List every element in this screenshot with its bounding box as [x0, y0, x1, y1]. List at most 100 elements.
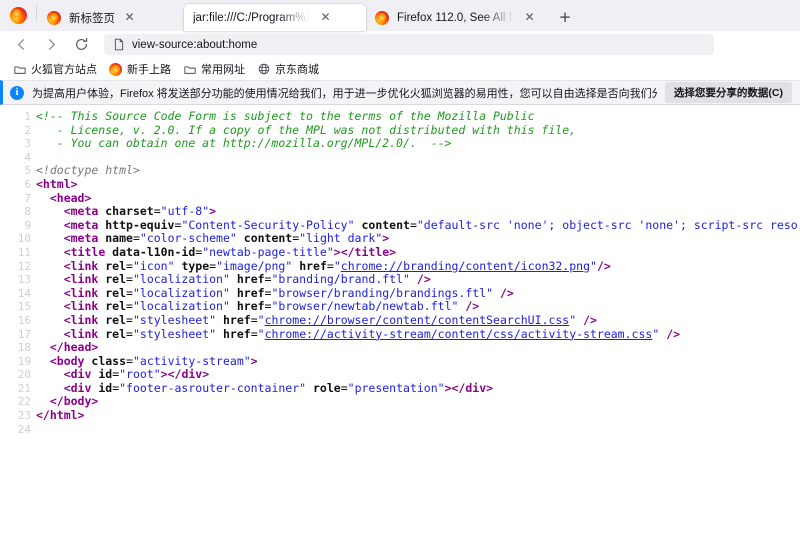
code-token: /> [597, 260, 611, 273]
code-line: 8 <meta charset="utf-8"> [0, 205, 800, 219]
reload-button[interactable] [66, 33, 96, 57]
line-number: 24 [0, 423, 36, 437]
forward-button[interactable] [36, 33, 66, 57]
code-token: = [126, 355, 133, 368]
line-number: 8 [0, 205, 36, 219]
back-button[interactable] [6, 33, 36, 57]
bookmark-item-getting-started[interactable]: 新手上路 [104, 59, 176, 79]
tab-item-newtab[interactable]: 新标签页 ✕ [38, 4, 184, 31]
view-source-content[interactable]: 1<!-- This Source Code Form is subject t… [0, 105, 800, 532]
code-line: 12 <link rel="icon" type="image/png" hre… [0, 260, 800, 274]
tab-label: Firefox 112.0, See All New Fea [397, 12, 515, 24]
code-line: 22 </body> [0, 395, 800, 409]
code-line: 18 </head> [0, 341, 800, 355]
code-token: <!doctype html> [36, 164, 140, 177]
code-token: "stylesheet" [133, 314, 216, 327]
code-token: <link [64, 260, 106, 273]
firefox-logo-glyph [10, 7, 27, 24]
code-token [36, 300, 64, 313]
source-link[interactable]: chrome://browser/content/contentSearchUI… [265, 314, 570, 327]
code-token: = [327, 260, 334, 273]
code-token: "icon" [133, 260, 175, 273]
folder-icon [13, 63, 26, 76]
code-token: id [98, 382, 112, 395]
code-token: /> [666, 328, 680, 341]
code-token: rel [105, 273, 126, 286]
tab-close-icon[interactable]: ✕ [522, 10, 537, 25]
code-line: 13 <link rel="localization" href="brandi… [0, 273, 800, 287]
code-line-content: </html> [36, 409, 800, 423]
choose-shared-data-button[interactable]: 选择您要分享的数据(C) [665, 82, 792, 103]
code-token: " [258, 314, 265, 327]
tab-close-icon[interactable]: ✕ [122, 10, 137, 25]
line-number: 13 [0, 273, 36, 287]
code-line-content: - License, v. 2.0. If a copy of the MPL … [36, 124, 800, 138]
tab-label: jar:file:///C:/Program%20Files/Mo [193, 12, 311, 24]
url-bar[interactable]: view-source:about:home [104, 34, 714, 55]
code-token [36, 192, 50, 205]
bookmark-item-firefox-official[interactable]: 火狐官方站点 [8, 59, 102, 79]
code-token [36, 395, 50, 408]
code-token [36, 314, 64, 327]
tab-item-firefox-release-notes[interactable]: Firefox 112.0, See All New Fea ✕ [366, 4, 546, 31]
code-line: 11 <title data-l10n-id="newtab-page-titl… [0, 246, 800, 260]
code-token: "branding/brand.ftl" [271, 273, 409, 286]
firefox-logo-icon[interactable] [0, 0, 36, 31]
code-line: 14 <link rel="localization" href="browse… [0, 287, 800, 301]
bookmark-label: 火狐官方站点 [31, 61, 97, 77]
code-line: 20 <div id="root"></div> [0, 368, 800, 382]
code-token: http-equiv [105, 219, 174, 232]
line-number: 4 [0, 151, 36, 165]
code-line-content: <meta http-equiv="Content-Security-Polic… [36, 219, 800, 233]
code-token: " [590, 260, 597, 273]
code-token: " [334, 260, 341, 273]
code-token: = [410, 219, 417, 232]
code-line-content: <link rel="stylesheet" href="chrome://ac… [36, 328, 800, 342]
line-number: 20 [0, 368, 36, 382]
tab-item-jarfile[interactable]: jar:file:///C:/Program%20Files/Mo ✕ [184, 4, 366, 31]
code-line-content: </body> [36, 395, 800, 409]
code-token: " [258, 328, 265, 341]
code-token: rel [105, 300, 126, 313]
code-line: 23</html> [0, 409, 800, 423]
code-token: <link [64, 314, 106, 327]
tab-close-icon[interactable]: ✕ [318, 10, 333, 25]
code-token: content [361, 219, 409, 232]
code-token: href [223, 328, 251, 341]
code-token: = [126, 260, 133, 273]
code-token [230, 300, 237, 313]
code-token: = [251, 314, 258, 327]
line-number: 5 [0, 164, 36, 178]
code-token: "localization" [133, 287, 230, 300]
line-number: 21 [0, 382, 36, 396]
code-token: "newtab-page-title" [202, 246, 334, 259]
folder-icon [183, 63, 196, 76]
code-line-content: <link rel="icon" type="image/png" href="… [36, 260, 800, 274]
source-link[interactable]: chrome://activity-stream/content/css/act… [265, 328, 653, 341]
source-link[interactable]: chrome://branding/content/icon32.png [341, 260, 590, 273]
url-text: view-source:about:home [132, 39, 257, 51]
code-token [36, 219, 64, 232]
code-token [36, 382, 64, 395]
code-token [230, 287, 237, 300]
code-token: </head> [50, 341, 98, 354]
line-number: 19 [0, 355, 36, 369]
tab-divider [36, 4, 37, 22]
code-token: rel [105, 314, 126, 327]
telemetry-notification-bar: i 为提高用户体验，Firefox 将发送部分功能的使用情况给我们，用于进一步优… [0, 80, 800, 105]
code-token: </body> [50, 395, 98, 408]
bookmark-item-common-sites[interactable]: 常用网址 [178, 59, 250, 79]
tab-strip: 新标签页 ✕ jar:file:///C:/Program%20Files/Mo… [0, 0, 800, 31]
code-token: <title [64, 246, 112, 259]
bookmark-item-jd-mall[interactable]: 京东商城 [252, 59, 324, 79]
code-token: rel [105, 287, 126, 300]
line-number: 6 [0, 178, 36, 192]
line-number: 11 [0, 246, 36, 260]
code-token: "image/png" [216, 260, 292, 273]
code-token [306, 382, 313, 395]
code-token: /> [417, 273, 431, 286]
line-number: 16 [0, 314, 36, 328]
line-number: 9 [0, 219, 36, 233]
code-token: > [209, 205, 216, 218]
new-tab-button[interactable]: + [552, 4, 578, 30]
